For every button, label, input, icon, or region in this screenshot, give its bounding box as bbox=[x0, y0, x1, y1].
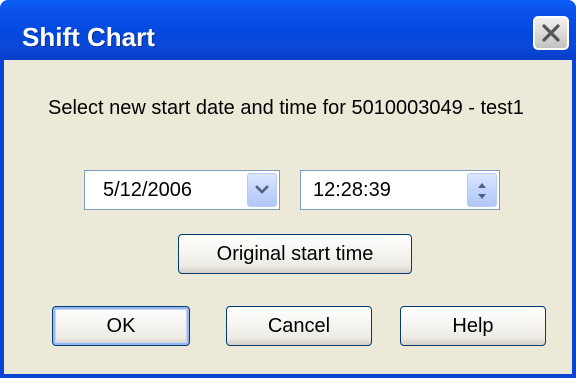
chevron-down-icon bbox=[255, 185, 269, 194]
time-spin-button[interactable] bbox=[467, 173, 497, 207]
title-bar[interactable]: Shift Chart bbox=[0, 0, 576, 60]
start-time-spinner[interactable]: 12:28:39 bbox=[300, 170, 500, 210]
window-title: Shift Chart bbox=[22, 22, 155, 52]
shift-chart-dialog: Shift Chart Select new start date and ti… bbox=[0, 0, 576, 378]
spin-updown-icon bbox=[478, 183, 486, 199]
close-button[interactable] bbox=[533, 16, 569, 50]
dialog-body: Select new start date and time for 50100… bbox=[4, 60, 572, 374]
cancel-button[interactable]: Cancel bbox=[226, 306, 372, 346]
start-date-picker[interactable]: 5/12/2006 bbox=[84, 170, 280, 210]
help-button[interactable]: Help bbox=[400, 306, 546, 346]
close-icon bbox=[542, 24, 560, 42]
start-date-value: 5/12/2006 bbox=[103, 179, 192, 201]
ok-button[interactable]: OK bbox=[52, 306, 190, 346]
start-time-value: 12:28:39 bbox=[313, 179, 391, 201]
original-start-time-button[interactable]: Original start time bbox=[178, 234, 412, 274]
prompt-text: Select new start date and time for 50100… bbox=[48, 97, 524, 119]
date-dropdown-button[interactable] bbox=[247, 173, 277, 207]
